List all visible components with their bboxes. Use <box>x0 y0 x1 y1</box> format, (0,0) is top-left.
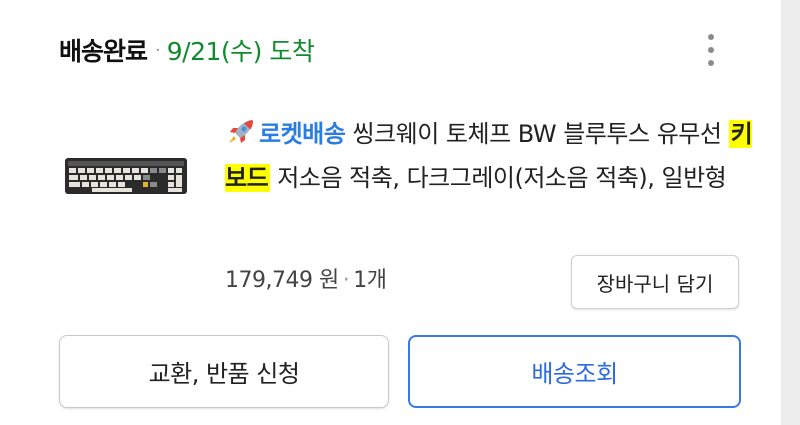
more-vertical-icon-dot <box>708 47 714 53</box>
page-edge <box>781 0 800 425</box>
product-title[interactable]: 로켓배송 씽크웨이 토체프 BW 블루투스 유무선 키보드 저소음 적축, 다크… <box>225 112 765 200</box>
product-title-part2: 저소음 적축, 다크그레이(저소음 적축), 일반형 <box>270 164 727 192</box>
price-row: 179,749 원 · 1개 <box>225 262 387 294</box>
product-price: 179,749 원 <box>225 268 339 293</box>
add-to-cart-button[interactable]: 장바구니 담기 <box>571 255 739 309</box>
track-delivery-button[interactable]: 배송조회 <box>408 335 741 408</box>
order-card: 배송완료 · 9/21(수) 도착 로켓배송 씽크웨이 토체프 BW 블루투스 … <box>0 0 781 425</box>
arrival-date: 9/21(수) 도착 <box>166 37 315 66</box>
order-header: 배송완료 · 9/21(수) 도착 <box>59 28 315 72</box>
more-options-button[interactable] <box>696 32 726 68</box>
product-title-part1: 씽크웨이 토체프 BW 블루투스 유무선 <box>352 120 729 148</box>
price-separator: · <box>342 268 350 293</box>
rocket-icon <box>229 120 253 143</box>
product-quantity: 1개 <box>353 268 387 293</box>
more-vertical-icon <box>708 34 714 40</box>
product-thumbnail[interactable] <box>62 154 190 198</box>
delivery-status: 배송완료 <box>59 37 148 66</box>
header-separator: · <box>155 39 161 61</box>
exchange-return-button[interactable]: 교환, 반품 신청 <box>59 335 389 408</box>
more-vertical-icon-dot <box>708 60 714 66</box>
rocket-delivery-badge: 로켓배송 <box>259 120 346 148</box>
